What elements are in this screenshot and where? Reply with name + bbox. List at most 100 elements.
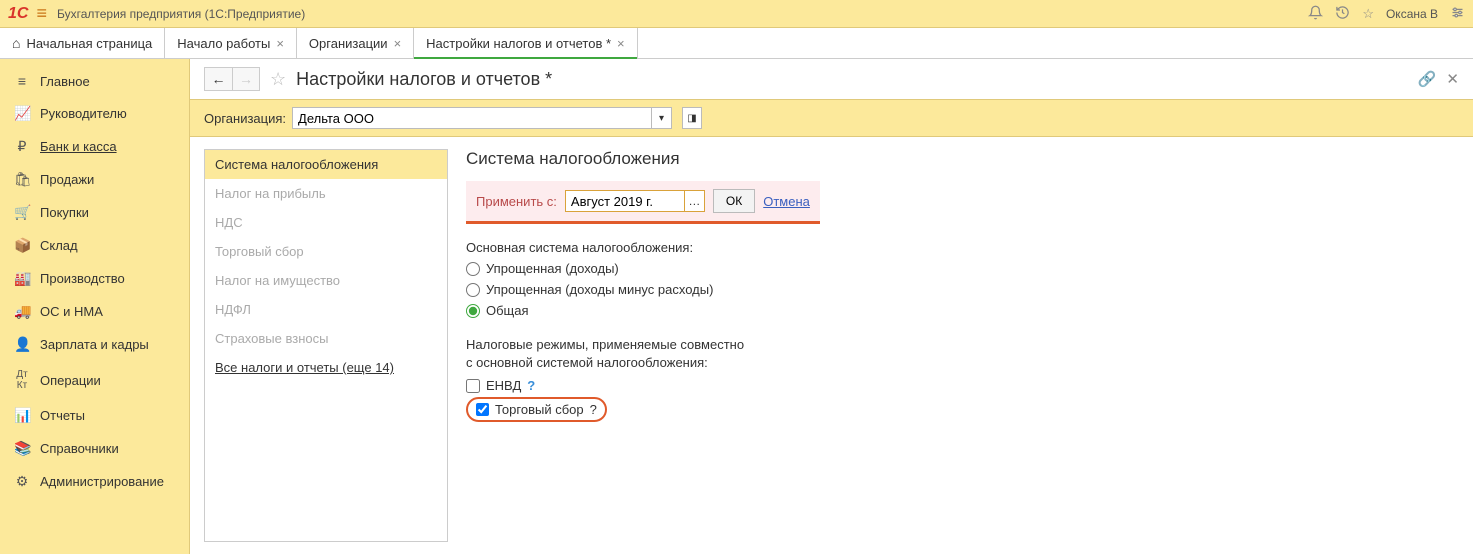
nav-property-tax[interactable]: Налог на имущество [205, 266, 447, 295]
sidebar-item-label: ОС и НМА [40, 304, 103, 319]
tab-label: Начало работы [177, 36, 270, 51]
apply-date-input[interactable] [565, 190, 685, 212]
app-title: Бухгалтерия предприятия (1С:Предприятие) [57, 7, 1308, 21]
user-name[interactable]: Оксана В [1386, 7, 1438, 21]
sidebar-item-sales[interactable]: 🛍 Продажи [0, 163, 189, 196]
sidebar-item-production[interactable]: 🏭 Производство [0, 262, 189, 295]
title-bar: 1C ≡ Бухгалтерия предприятия (1С:Предпри… [0, 0, 1473, 28]
nav-tax-system[interactable]: Система налогообложения [205, 150, 447, 179]
form-heading: Система налогообложения [466, 149, 1453, 169]
tab-label: Настройки налогов и отчетов * [426, 36, 611, 51]
tab-bar: ⌂ Начальная страница Начало работы × Орг… [0, 28, 1473, 59]
radio-input[interactable] [466, 262, 480, 276]
apply-ok-button[interactable]: ОК [713, 189, 755, 213]
chart-icon: 📈 [14, 105, 30, 122]
main-system-label: Основная система налогообложения: [466, 240, 1453, 255]
tab-label: Организации [309, 36, 388, 51]
sidebar-item-label: Руководителю [40, 106, 127, 121]
close-icon[interactable]: × [617, 36, 625, 51]
sidebar-item-label: Отчеты [40, 408, 85, 423]
radio-input[interactable] [466, 283, 480, 297]
apply-cancel-link[interactable]: Отмена [763, 194, 810, 209]
settings-form: Система налогообложения Применить с: … О… [460, 149, 1459, 542]
nav-all-taxes-link[interactable]: Все налоги и отчеты (еще 14) [205, 353, 447, 382]
tab-home[interactable]: ⌂ Начальная страница [0, 28, 165, 58]
radio-simplified-income[interactable]: Упрощенная (доходы) [466, 261, 1453, 276]
checkbox-input[interactable] [466, 379, 480, 393]
tab-tax-settings[interactable]: Настройки налогов и отчетов * × [414, 28, 637, 58]
sidebar-item-label: Операции [40, 373, 101, 388]
box-icon: 📦 [14, 237, 30, 254]
sidebar-item-bank[interactable]: ₽Банк и касса [0, 130, 189, 163]
org-label: Организация: [204, 111, 286, 126]
book-icon: 📚 [14, 440, 30, 457]
sidebar-item-label: Продажи [40, 172, 94, 187]
nav-back-button[interactable]: ← [204, 67, 232, 91]
close-icon[interactable]: × [276, 36, 284, 51]
bell-icon[interactable] [1308, 5, 1323, 23]
settings-nav-panel: Система налогообложения Налог на прибыль… [204, 149, 448, 542]
apply-from-bar: Применить с: … ОК Отмена [466, 181, 820, 224]
radio-input[interactable] [466, 304, 480, 318]
sidebar-item-warehouse[interactable]: 📦Склад [0, 229, 189, 262]
tab-organizations[interactable]: Организации × [297, 28, 414, 58]
close-icon[interactable]: × [394, 36, 402, 51]
tab-start[interactable]: Начало работы × [165, 28, 297, 58]
radio-general[interactable]: Общая [466, 303, 1453, 318]
ledger-icon: ДтКт [14, 369, 30, 391]
sidebar-item-label: Администрирование [40, 474, 164, 489]
radio-label: Общая [486, 303, 529, 318]
modes-label: Налоговые режимы, применяемые совместно … [466, 336, 1453, 372]
nav-profit-tax[interactable]: Налог на прибыль [205, 179, 447, 208]
apply-label: Применить с: [476, 194, 557, 209]
nav-vat[interactable]: НДС [205, 208, 447, 237]
sidebar-item-label: Производство [40, 271, 125, 286]
sidebar-item-label: Главное [40, 74, 90, 89]
sidebar-item-operations[interactable]: ДтКт Операции [0, 361, 189, 399]
sidebar-item-refs[interactable]: 📚 Справочники [0, 432, 189, 465]
sidebar-item-label: Справочники [40, 441, 119, 456]
bag-icon: 🛍 [14, 171, 30, 188]
cart-icon: 🛒 [14, 204, 30, 221]
checkbox-input[interactable] [476, 403, 489, 416]
tab-home-label: Начальная страница [26, 36, 152, 51]
org-dropdown-icon[interactable]: ▾ [652, 107, 672, 129]
menu-icon: ≡ [14, 73, 30, 89]
sidebar-item-manager[interactable]: 📈 Руководителю [0, 97, 189, 130]
sidebar-item-admin[interactable]: ⚙ Администрирование [0, 465, 189, 498]
star-icon[interactable]: ☆ [1362, 6, 1374, 22]
help-icon[interactable]: ? [527, 378, 535, 393]
factory-icon: 🏭 [14, 270, 30, 287]
sidebar-item-assets[interactable]: 🚚 ОС и НМА [0, 295, 189, 328]
help-icon[interactable]: ? [590, 402, 597, 417]
check-envd[interactable]: ЕНВД ? [466, 378, 1453, 393]
sidebar-item-purchases[interactable]: 🛒 Покупки [0, 196, 189, 229]
sidebar-item-label: Зарплата и кадры [40, 337, 149, 352]
sidebar-item-main[interactable]: ≡ Главное [0, 65, 189, 97]
date-picker-icon[interactable]: … [685, 190, 705, 212]
org-popout-icon[interactable]: ◨ [682, 107, 702, 129]
nav-forward-button[interactable]: → [232, 67, 260, 91]
sidebar-item-payroll[interactable]: 👤Зарплата и кадры [0, 328, 189, 361]
sidebar-item-reports[interactable]: 📊 Отчеты [0, 399, 189, 432]
sidebar-item-label: Покупки [40, 205, 89, 220]
settings-icon[interactable] [1450, 5, 1465, 23]
gear-icon: ⚙ [14, 473, 30, 490]
nav-ndfl[interactable]: НДФЛ [205, 295, 447, 324]
truck-icon: 🚚 [14, 303, 30, 320]
link-icon[interactable]: 🔗 [1418, 70, 1437, 88]
sidebar-item-label: Банк и касса [40, 139, 117, 154]
nav-trade-fee[interactable]: Торговый сбор [205, 237, 447, 266]
radio-simplified-income-expense[interactable]: Упрощенная (доходы минус расходы) [466, 282, 1453, 297]
history-icon[interactable] [1335, 5, 1350, 23]
check-trade-fee-highlight: Торговый сбор ? [466, 397, 607, 422]
page-toolbar: ← → ☆ Настройки налогов и отчетов * 🔗 ✕ [190, 59, 1473, 99]
app-logo: 1C [8, 5, 28, 23]
close-page-icon[interactable]: ✕ [1446, 70, 1459, 88]
nav-insurance[interactable]: Страховые взносы [205, 324, 447, 353]
home-icon: ⌂ [12, 35, 20, 51]
bars-icon: 📊 [14, 407, 30, 424]
org-input[interactable] [292, 107, 652, 129]
hamburger-icon[interactable]: ≡ [36, 3, 47, 24]
favorite-star-icon[interactable]: ☆ [270, 69, 286, 90]
